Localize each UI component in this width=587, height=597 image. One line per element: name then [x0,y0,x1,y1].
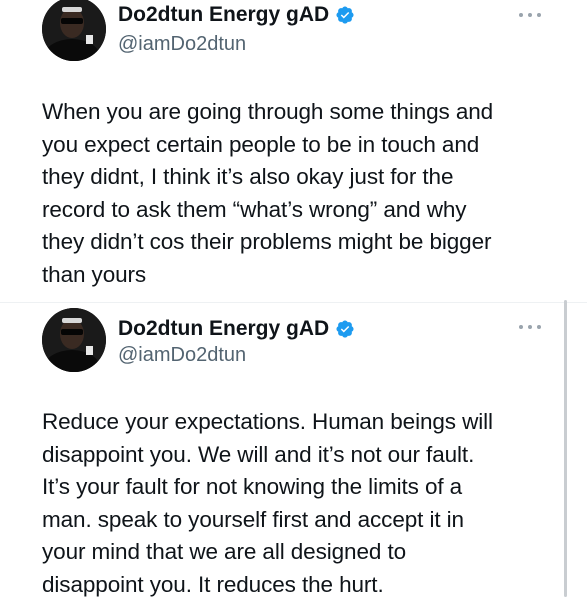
scrollbar[interactable] [564,300,567,597]
avatar[interactable] [42,308,106,372]
author-name-row: Do2dtun Energy gAD [118,2,355,28]
verified-badge-icon [336,320,354,338]
more-dot-icon [537,325,541,329]
more-dot-icon [528,13,532,17]
tweet-1: Do2dtun Energy gAD @iamDo2dtun When you … [0,0,587,302]
more-dot-icon [519,13,523,17]
profile-photo-icon [42,308,106,372]
tweet-screenshot: Do2dtun Energy gAD @iamDo2dtun When you … [0,0,587,597]
tweet-2: Do2dtun Energy gAD @iamDo2dtun Reduce yo… [0,302,587,597]
user-handle[interactable]: @iamDo2dtun [118,344,246,367]
profile-photo-icon [42,0,106,61]
display-name[interactable]: Do2dtun Energy gAD [118,317,329,341]
more-options-button[interactable] [519,322,541,332]
display-name[interactable]: Do2dtun Energy gAD [118,3,329,27]
tweet-body: When you are going through some things a… [42,99,494,287]
avatar[interactable] [42,0,106,61]
more-dot-icon [537,13,541,17]
more-options-button[interactable] [519,10,541,20]
tweet-body: Reduce your expectations. Human beings w… [42,409,493,597]
more-dot-icon [519,325,523,329]
author-name-row: Do2dtun Energy gAD [118,316,355,342]
user-handle[interactable]: @iamDo2dtun [118,33,246,56]
more-dot-icon [528,325,532,329]
verified-badge-icon [336,6,354,24]
